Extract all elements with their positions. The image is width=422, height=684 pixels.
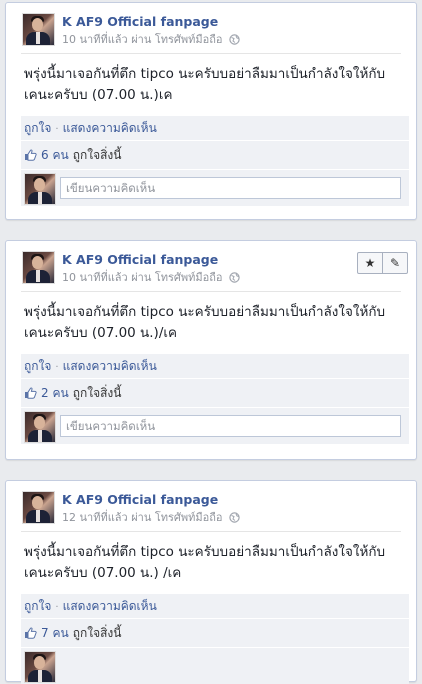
page-avatar[interactable]: [22, 13, 55, 46]
likes-suffix: ถูกใจสิ่งนี้: [72, 386, 122, 400]
likes-row: 6 คน ถูกใจสิ่งนี้: [21, 141, 409, 170]
page-avatar[interactable]: [22, 251, 55, 284]
separator-dot: ·: [55, 362, 59, 373]
page-name-link[interactable]: K AF9 Official fanpage: [62, 14, 218, 29]
commenter-avatar[interactable]: [24, 651, 56, 683]
pencil-icon[interactable]: ✎: [382, 253, 407, 273]
feedback-actions: ถูกใจ · แสดงความคิดเห็น: [21, 594, 409, 619]
likes-suffix: ถูกใจสิ่งนี้: [72, 148, 122, 162]
comment-link[interactable]: แสดงความคิดเห็น: [63, 121, 157, 135]
likes-count-link[interactable]: 7 คน: [41, 626, 69, 640]
likes-suffix: ถูกใจสิ่งนี้: [72, 626, 122, 640]
story-text: พรุ่งนี้มาเจอกันที่ตึก tipco นะครับบอย่า…: [24, 66, 386, 103]
comment-row-partial: [21, 648, 409, 684]
feedback-area: ถูกใจ · แสดงความคิดเห็น 6 คน ถูกใจสิ่งนี้ เ…: [21, 116, 409, 206]
viewer-avatar: [24, 411, 56, 443]
feedback-area: ถูกใจ · แสดงความคิดเห็น 7 คน ถูกใจสิ่งนี้: [21, 594, 409, 684]
like-link[interactable]: ถูกใจ: [24, 599, 51, 613]
timestamp[interactable]: 12 นาทีที่แล้ว ผ่าน โทรศัพท์มือถือ: [62, 511, 223, 524]
likes-count-link[interactable]: 2 คน: [41, 386, 69, 400]
story-header: K AF9 Official fanpage 10 นาทีที่แล้ว ผ่…: [6, 3, 416, 47]
separator-dot: ·: [55, 602, 59, 613]
story-meta: 10 นาทีที่แล้ว ผ่าน โทรศัพท์มือถือ: [62, 268, 240, 286]
comment-link[interactable]: แสดงความคิดเห็น: [63, 359, 157, 373]
globe-icon: [229, 512, 240, 523]
thumbs-up-icon: [25, 627, 37, 639]
likes-row: 7 คน ถูกใจสิ่งนี้: [21, 619, 409, 648]
globe-icon: [229, 272, 240, 283]
story-card: K AF9 Official fanpage 10 นาทีที่แล้ว ผ่…: [5, 2, 417, 220]
story-text: พรุ่งนี้มาเจอกันที่ตึก tipco นะครับบอย่า…: [24, 544, 386, 581]
thumbs-up-icon: [25, 149, 37, 161]
likes-count-link[interactable]: 6 คน: [41, 148, 69, 162]
page-avatar[interactable]: [22, 491, 55, 524]
feedback-actions: ถูกใจ · แสดงความคิดเห็น: [21, 116, 409, 141]
story-text: พรุ่งนี้มาเจอกันที่ตึก tipco นะครับบอย่า…: [24, 304, 386, 341]
story-card: K AF9 Official fanpage 10 นาทีที่แล้ว ผ่…: [5, 240, 417, 460]
separator-dot: ·: [55, 124, 59, 135]
page-name-link[interactable]: K AF9 Official fanpage: [62, 492, 218, 507]
story-meta: 10 นาทีที่แล้ว ผ่าน โทรศัพท์มือถือ: [62, 30, 240, 48]
globe-icon: [229, 34, 240, 45]
like-link[interactable]: ถูกใจ: [24, 121, 51, 135]
comment-composer: เขียนความคิดเห็น: [21, 170, 409, 206]
thumbs-up-icon: [25, 387, 37, 399]
story-header: K AF9 Official fanpage 12 นาทีที่แล้ว ผ่…: [6, 481, 416, 525]
likes-row: 2 คน ถูกใจสิ่งนี้: [21, 379, 409, 408]
viewer-avatar: [24, 173, 56, 205]
comment-input[interactable]: เขียนความคิดเห็น: [60, 177, 401, 199]
story-tools: ★ ✎: [357, 252, 408, 274]
feedback-actions: ถูกใจ · แสดงความคิดเห็น: [21, 354, 409, 379]
timestamp[interactable]: 10 นาทีที่แล้ว ผ่าน โทรศัพท์มือถือ: [62, 33, 223, 46]
page-name-link[interactable]: K AF9 Official fanpage: [62, 252, 218, 267]
story-card: K AF9 Official fanpage 12 นาทีที่แล้ว ผ่…: [5, 480, 417, 684]
star-icon[interactable]: ★: [358, 253, 382, 273]
comment-input[interactable]: เขียนความคิดเห็น: [60, 415, 401, 437]
like-link[interactable]: ถูกใจ: [24, 359, 51, 373]
comment-link[interactable]: แสดงความคิดเห็น: [63, 599, 157, 613]
story-meta: 12 นาทีที่แล้ว ผ่าน โทรศัพท์มือถือ: [62, 508, 240, 526]
story-header: K AF9 Official fanpage 10 นาทีที่แล้ว ผ่…: [6, 241, 416, 285]
feedback-area: ถูกใจ · แสดงความคิดเห็น 2 คน ถูกใจสิ่งนี้ เ…: [21, 354, 409, 444]
comment-composer: เขียนความคิดเห็น: [21, 408, 409, 444]
timestamp[interactable]: 10 นาทีที่แล้ว ผ่าน โทรศัพท์มือถือ: [62, 271, 223, 284]
